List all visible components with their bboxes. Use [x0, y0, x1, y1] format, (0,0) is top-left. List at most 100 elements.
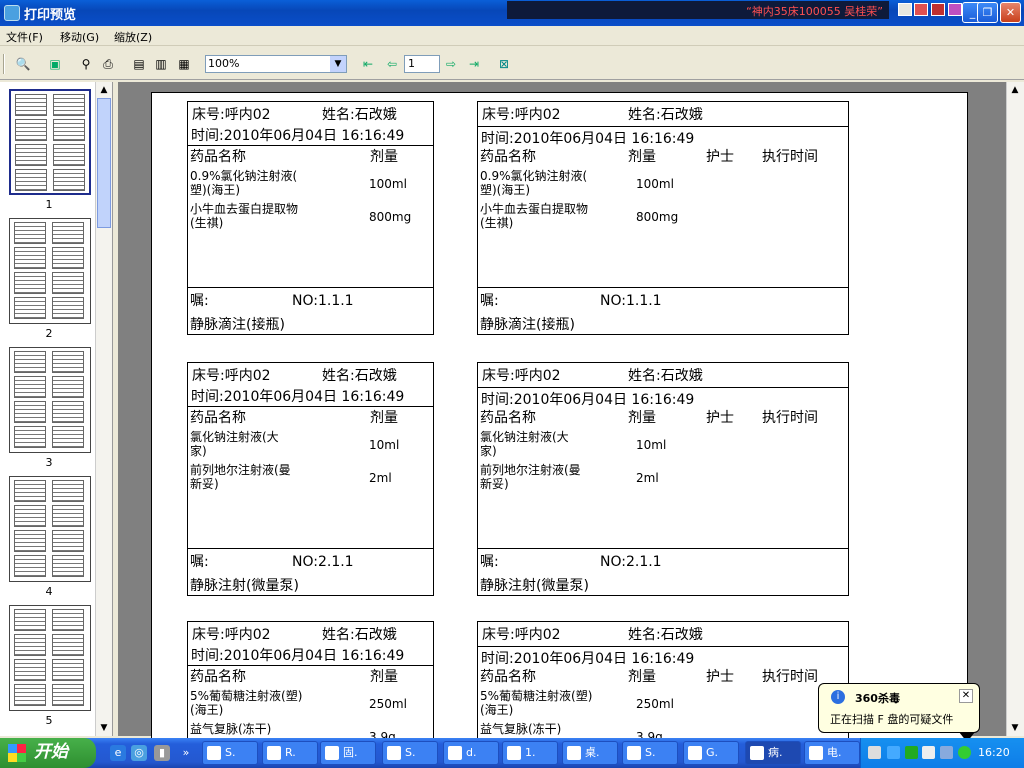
first-page-icon[interactable]: ⇤ — [358, 54, 378, 74]
balloon-title: 360杀毒 — [855, 692, 900, 705]
taskbar-button[interactable]: S. — [202, 741, 258, 765]
app-icon — [507, 746, 521, 760]
network-icon[interactable] — [905, 746, 918, 759]
header-dose: 剂量 — [370, 410, 398, 426]
page-thumbnail[interactable] — [9, 476, 91, 582]
menu-move[interactable]: 移动(G) — [60, 29, 99, 45]
ie-icon[interactable]: e — [110, 745, 126, 761]
display-icon[interactable] — [940, 746, 953, 759]
save-icon[interactable]: ▣ — [45, 54, 65, 74]
taskbar-button[interactable]: d. — [443, 741, 499, 765]
window-title: 打印预览 — [24, 8, 77, 23]
windows-logo-icon — [8, 744, 26, 762]
header-dose: 剂量 — [370, 669, 398, 685]
exit-preview-icon[interactable]: ⊠ — [494, 54, 514, 74]
drug-dose: 800mg — [369, 210, 412, 224]
page-thumbnail[interactable] — [9, 218, 91, 324]
thumbnail-number: 1 — [45, 198, 53, 211]
zoom-select[interactable]: 100% ▼ — [205, 55, 347, 73]
taskbar-button[interactable]: R. — [262, 741, 318, 765]
keyboard-icon[interactable] — [868, 746, 881, 759]
taskbar-button[interactable]: G. — [683, 741, 739, 765]
page-setup-icon[interactable]: ⚲ — [76, 54, 96, 74]
record-icon[interactable] — [931, 3, 945, 16]
search-icon[interactable]: 🔍 — [13, 54, 33, 74]
print-icon[interactable]: ⎙ — [98, 54, 118, 74]
taskbar-button[interactable]: 固. — [320, 741, 376, 765]
taskbar-button[interactable]: S. — [382, 741, 438, 765]
divider — [188, 145, 433, 146]
order-number: NO:1.1.1 — [600, 293, 662, 309]
folder-icon — [448, 746, 462, 760]
taskbar-button[interactable]: 病. — [745, 741, 801, 765]
page-number-input[interactable]: 1 — [404, 55, 440, 73]
app-icon — [4, 5, 20, 21]
shield-icon[interactable] — [958, 746, 971, 759]
header-drug-name: 药品名称 — [480, 149, 536, 165]
scroll-up-icon[interactable]: ▲ — [1007, 82, 1023, 98]
start-button[interactable]: 开始 — [0, 738, 96, 768]
folder-icon — [567, 746, 581, 760]
page-thumbnail[interactable] — [9, 605, 91, 711]
taskbar-button[interactable]: 电. — [804, 741, 860, 765]
administration-route: 静脉注射(微量泵) — [190, 578, 299, 594]
menu-file[interactable]: 文件(F) — [6, 29, 43, 45]
chevron-down-icon[interactable]: ▼ — [330, 56, 346, 72]
marquee-text: “神内35床100055 吴桂荣” — [746, 5, 883, 18]
taskbar-button-label: 电. — [827, 746, 842, 759]
divider — [188, 287, 433, 288]
chevron-right-icon[interactable]: » — [178, 745, 194, 761]
clock: 16:20 — [978, 746, 1010, 759]
start-label: 开始 — [34, 742, 68, 762]
two-page-icon[interactable]: ▥ — [151, 54, 171, 74]
bed-number: 床号:呼内02 — [192, 368, 271, 384]
order-number: NO:2.1.1 — [292, 554, 354, 570]
scroll-down-icon[interactable]: ▼ — [96, 720, 112, 736]
page-thumbnail[interactable] — [9, 347, 91, 453]
calculator-icon[interactable]: ▮ — [154, 745, 170, 761]
scroll-thumb[interactable] — [97, 98, 111, 228]
close-button[interactable]: ✕ — [1000, 2, 1021, 23]
notification-balloon[interactable]: i 360杀毒 ✕ 正在扫描 F 盘的可疑文件 — [818, 683, 980, 742]
scroll-down-icon[interactable]: ▼ — [1007, 720, 1023, 736]
close-icon[interactable]: ✕ — [959, 689, 973, 703]
marquee-banner: “神内35床100055 吴桂荣” — [507, 1, 889, 19]
page-thumbnail[interactable] — [9, 89, 91, 195]
single-page-icon[interactable]: ▤ — [129, 54, 149, 74]
prev-page-icon[interactable]: ⇦ — [382, 54, 402, 74]
taskbar-button-label: S. — [645, 746, 656, 759]
print-time: 时间:2010年06月04日 16:16:49 — [191, 128, 405, 144]
taskbar-button[interactable]: 1. — [502, 741, 558, 765]
order-label: 嘱: — [190, 293, 209, 309]
next-page-icon[interactable]: ⇨ — [441, 54, 461, 74]
maximize-button[interactable]: ❐ — [977, 2, 998, 23]
close-small-icon[interactable] — [948, 3, 962, 16]
print-time: 时间:2010年06月04日 16:16:49 — [191, 389, 405, 405]
vertical-scrollbar[interactable]: ▲ ▼ — [1006, 82, 1024, 736]
mail-tray-icon[interactable] — [922, 746, 935, 759]
menu-zoom[interactable]: 缩放(Z) — [114, 29, 152, 45]
browser-icon[interactable]: ◎ — [131, 745, 147, 761]
drug-dose: 250ml — [369, 697, 407, 711]
thumbnail-scrollbar[interactable]: ▲ ▼ — [95, 82, 112, 736]
last-page-icon[interactable]: ⇥ — [464, 54, 484, 74]
label-card: 床号:呼内02 姓名:石改娥 时间:2010年06月04日 16:16:49 药品名称… — [187, 101, 434, 335]
drug-name-cont: (海王) — [480, 703, 514, 717]
bed-number: 床号:呼内02 — [482, 107, 561, 123]
scroll-up-icon[interactable]: ▲ — [96, 82, 112, 98]
taskbar-button[interactable]: S. — [622, 741, 678, 765]
header-exec-time: 执行时间 — [762, 149, 818, 165]
app-icon — [325, 746, 339, 760]
mail-icon[interactable] — [898, 3, 912, 16]
print-time: 时间:2010年06月04日 16:16:49 — [481, 131, 695, 147]
drug-name-cont: 家) — [480, 444, 497, 458]
arrow-left-icon[interactable] — [887, 746, 900, 759]
thumbnail-number: 5 — [45, 714, 53, 727]
divider — [478, 548, 848, 549]
taskbar-button[interactable]: 桌. — [562, 741, 618, 765]
divider — [188, 548, 433, 549]
multi-page-icon[interactable]: ▦ — [174, 54, 194, 74]
divider — [478, 387, 848, 388]
stop-icon[interactable] — [914, 3, 928, 16]
header-dose: 剂量 — [628, 149, 656, 165]
